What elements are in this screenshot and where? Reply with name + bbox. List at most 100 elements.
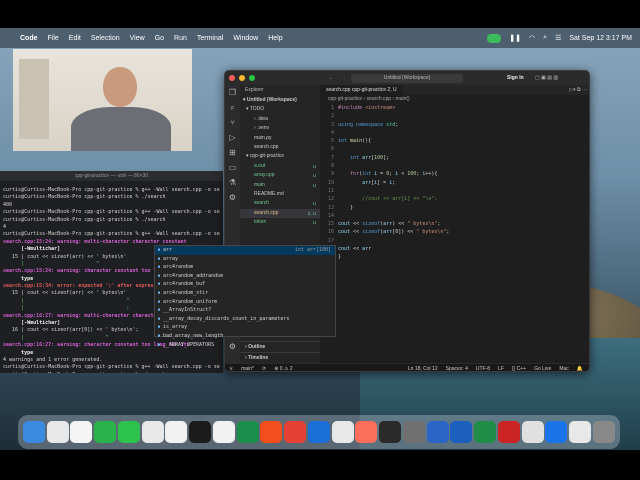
menu-window[interactable]: Window <box>233 35 258 42</box>
menu-selection[interactable]: Selection <box>91 35 120 42</box>
dock-app-icon[interactable] <box>260 421 283 443</box>
dock-app-icon[interactable] <box>379 421 402 443</box>
code-line[interactable]: 8 <box>320 162 589 170</box>
menu-terminal[interactable]: Terminal <box>197 35 223 42</box>
bell-icon[interactable]: 🔔 <box>577 366 583 372</box>
code-line[interactable]: 13 } <box>320 204 589 212</box>
suggestion-item[interactable]: ▪ bad_array_new_length <box>155 332 335 341</box>
code-line[interactable]: 1 #include <iostream> <box>320 104 589 112</box>
workspace-root[interactable]: ▾ Untitled (Workspace) <box>240 96 320 105</box>
suggestion-item[interactable]: ▪ arc4random_buf <box>155 280 335 289</box>
dock-app-icon[interactable] <box>189 421 212 443</box>
code-line[interactable]: 16 cout << sizeof(arr[0]) << " bytes\n"; <box>320 228 589 236</box>
suggestion-item[interactable]: ▪ __ARRAY_OPERATORS <box>155 341 335 350</box>
code-line[interactable]: 4 <box>320 129 589 137</box>
dock-app-icon[interactable] <box>426 421 449 443</box>
git-branch[interactable]: main* <box>241 366 254 372</box>
code-line[interactable]: 17 <box>320 237 589 245</box>
suggestion-item[interactable]: ▪ is_array <box>155 323 335 332</box>
dock-app-icon[interactable] <box>22 421 45 443</box>
tree-item[interactable]: search.cpp <box>240 143 320 152</box>
tree-item[interactable]: token U <box>240 218 320 227</box>
sync-icon[interactable]: ⟳ <box>262 366 266 372</box>
suggestion-item[interactable]: ▪ arr int arr[100] <box>155 246 335 255</box>
cursor-position[interactable]: Ln 18, Col 12 <box>408 366 438 372</box>
tree-item[interactable]: ▾ cpp-git-practice <box>240 152 320 161</box>
dock-app-icon[interactable] <box>141 421 164 443</box>
extensions-icon[interactable]: ⊞ <box>225 145 240 160</box>
explorer-icon[interactable]: ❐ <box>225 85 240 100</box>
code-line[interactable]: 15 cout << sizeof(arr) << " bytes\n"; <box>320 220 589 228</box>
code-line[interactable]: 5 int main(){ <box>320 137 589 145</box>
nav-forward-icon[interactable]: → <box>341 75 346 81</box>
indentation[interactable]: Spaces: 4 <box>446 366 468 372</box>
dock-app-icon[interactable] <box>450 421 473 443</box>
pause-icon[interactable]: ❚❚ <box>509 34 521 42</box>
code-line[interactable]: 18cout << arr <box>320 245 589 253</box>
camera-indicator-icon[interactable] <box>487 33 502 43</box>
dock-app-icon[interactable] <box>521 421 544 443</box>
tree-item[interactable]: main.py <box>240 134 320 143</box>
dock-app-icon[interactable] <box>165 421 188 443</box>
line-ending[interactable]: LF <box>498 366 504 372</box>
editor-actions-icons[interactable]: ▷▾ ⧉ ··· <box>569 85 589 95</box>
remote-icon[interactable]: ⨯ <box>229 366 233 372</box>
menu-help[interactable]: Help <box>268 35 282 42</box>
dock-app-icon[interactable] <box>402 421 425 443</box>
tree-item[interactable]: main U <box>240 181 320 190</box>
tree-item[interactable]: › .idea <box>240 115 320 124</box>
app-menu-code[interactable]: Code <box>20 35 38 42</box>
tree-item[interactable]: ▾ TODO <box>240 105 320 114</box>
menu-view[interactable]: View <box>130 35 145 42</box>
suggestion-item[interactable]: ▪ __ArrayInStruct? <box>155 306 335 315</box>
dock-app-icon[interactable] <box>94 421 117 443</box>
menu-run[interactable]: Run <box>174 35 187 42</box>
python-icon[interactable]: ⚙ <box>225 190 240 205</box>
terminal-title[interactable]: cpp-git-practice — -zsh — 86×30 <box>0 171 223 181</box>
dock-app-icon[interactable] <box>474 421 497 443</box>
code-line[interactable]: 6 <box>320 145 589 153</box>
control-center-icon[interactable]: ☰ <box>555 34 561 42</box>
code-line[interactable]: 12 //cout << arr[i] << "\n"; <box>320 195 589 203</box>
code-line[interactable]: 14 <box>320 212 589 220</box>
menu-edit[interactable]: Edit <box>69 35 81 42</box>
timeline-section[interactable]: › Timeline <box>240 352 320 363</box>
code-line[interactable]: 11 <box>320 187 589 195</box>
suggestion-item[interactable]: ▪ arc4random_uniform <box>155 298 335 307</box>
remote-explorer-icon[interactable]: ▭ <box>225 160 240 175</box>
suggestion-item[interactable]: ▪ arc4random <box>155 263 335 272</box>
dock-app-icon[interactable] <box>70 421 93 443</box>
tab-search-cpp[interactable]: search.cpp cpp-git-practice 2, U <box>320 85 403 95</box>
layout-icons[interactable]: ▢ ▣ ▤ ▥ <box>535 75 558 81</box>
tree-item[interactable]: search U <box>240 199 320 208</box>
tree-item[interactable]: search.cpp 2, U <box>240 208 320 219</box>
suggestion-item[interactable]: ▪ arc4random_stir <box>155 289 335 298</box>
testing-icon[interactable]: ⚗ <box>225 175 240 190</box>
dock-app-icon[interactable] <box>46 421 69 443</box>
close-window-icon[interactable] <box>229 75 235 81</box>
encoding[interactable]: UTF-8 <box>476 366 490 372</box>
code-line[interactable]: 19} <box>320 253 589 261</box>
dock-app-icon[interactable] <box>284 421 307 443</box>
code-editor[interactable]: 1 #include <iostream> 2 3 using namespace st… <box>320 104 589 354</box>
tree-item[interactable]: › .venv <box>240 124 320 133</box>
code-line[interactable]: 10 arr[i] = i; <box>320 179 589 187</box>
dock-app-icon[interactable] <box>497 421 520 443</box>
dock-app-icon[interactable] <box>592 421 615 443</box>
search-icon[interactable]: ⌕ <box>543 34 547 42</box>
code-line[interactable]: 9 for(int i = 0; i < 100; i++){ <box>320 170 589 178</box>
dock-app-icon[interactable] <box>307 421 330 443</box>
tree-item[interactable]: array.cpp U <box>240 171 320 180</box>
zoom-window-icon[interactable] <box>249 75 255 81</box>
nav-back-icon[interactable]: ← <box>329 75 334 81</box>
dock-app-icon[interactable] <box>212 421 235 443</box>
dock-app-icon[interactable] <box>545 421 568 443</box>
go-live-button[interactable]: Go Live <box>534 366 551 372</box>
minimize-window-icon[interactable] <box>239 75 245 81</box>
dock-app-icon[interactable] <box>355 421 378 443</box>
code-line[interactable]: 3 using namespace std; <box>320 121 589 129</box>
suggestion-item[interactable]: ▪ array <box>155 255 335 264</box>
dock-app-icon[interactable] <box>569 421 592 443</box>
search-icon[interactable]: ⌕ <box>225 100 240 115</box>
problems-count[interactable]: ⊗ 0 ⚠ 2 <box>274 366 292 372</box>
